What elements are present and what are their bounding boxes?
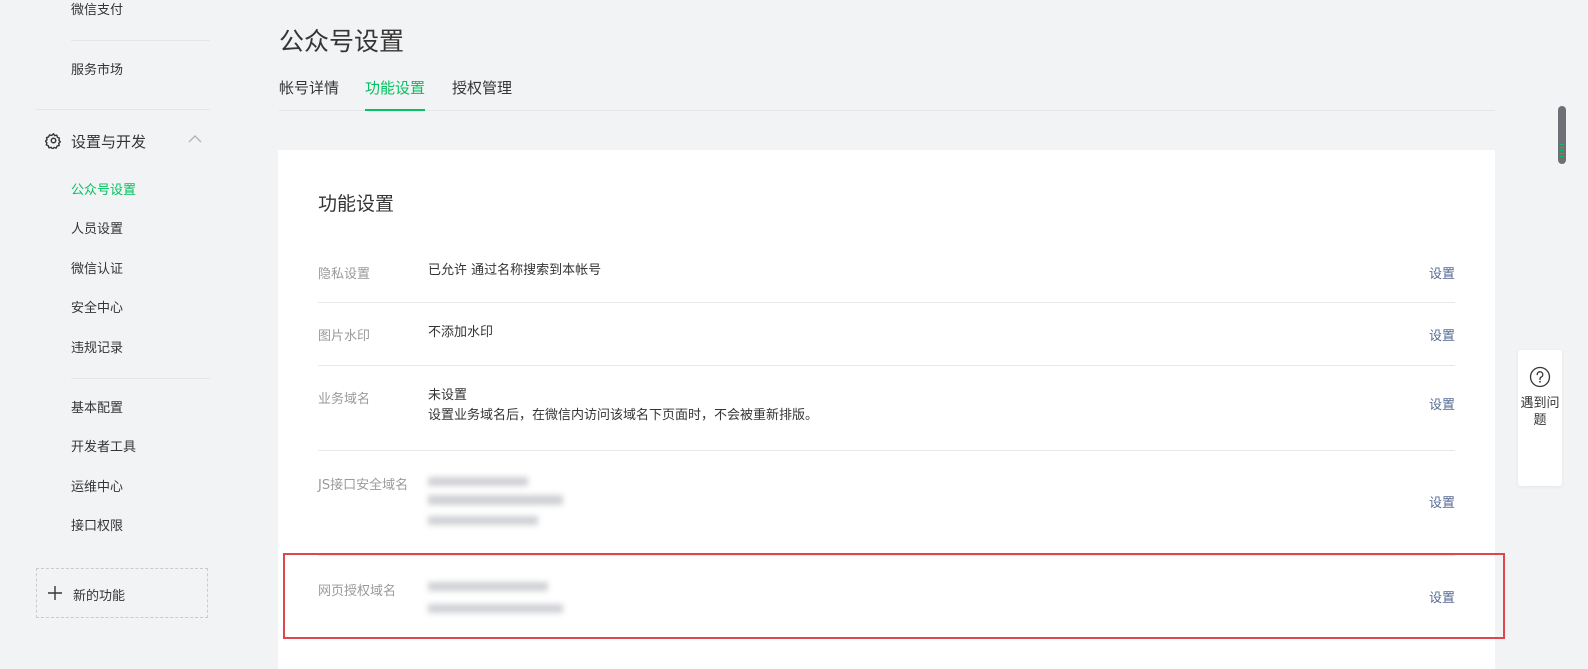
row-label: 图片水印 [318, 329, 371, 344]
chevron-up-icon [188, 135, 202, 143]
oauth-domain-settings-link[interactable]: 设置 [1429, 587, 1455, 606]
settings-row-oauth-domain: 网页授权域名 设置 [318, 556, 1455, 638]
row-value-line: 已允许 通过名称搜索到本帐号 [428, 263, 602, 278]
watermark-settings-link[interactable]: 设置 [1429, 325, 1455, 344]
row-label: 业务域名 [318, 392, 371, 407]
settings-row-privacy: 隐私设置 已允许 通过名称搜索到本帐号 设置 [318, 240, 1455, 303]
feature-settings-card: 功能设置 隐私设置 已允许 通过名称搜索到本帐号 设置 图片水印 不添加水印 设… [278, 150, 1495, 669]
new-feature-label: 新的功能 [73, 589, 126, 604]
new-feature-button[interactable]: 新的功能 [36, 568, 208, 618]
sidebar: 微信支付 服务市场 设置与开发 公众号设置 人员设置 微信认证 安全中心 违规记… [0, 0, 235, 669]
sidebar-item-api-permission[interactable]: 接口权限 [71, 518, 123, 536]
tab-feature-settings[interactable]: 功能设置 [365, 78, 426, 111]
help-button[interactable]: 遇到问题 [1518, 350, 1562, 486]
row-label: 网页授权域名 [318, 584, 397, 599]
page-title: 公众号设置 [279, 27, 405, 56]
sidebar-item-service-market[interactable]: 服务市场 [71, 62, 123, 80]
privacy-settings-link[interactable]: 设置 [1429, 263, 1455, 282]
row-value-line: 未设置 [428, 388, 468, 403]
tab-account-details[interactable]: 帐号详情 [279, 78, 339, 109]
row-label: 隐私设置 [318, 267, 371, 282]
tab-auth-management[interactable]: 授权管理 [452, 78, 512, 109]
sidebar-item-security-center[interactable]: 安全中心 [71, 300, 123, 318]
row-value: 不添加水印 [428, 323, 493, 343]
redacted-value [428, 579, 578, 619]
sidebar-item-dev-tools[interactable]: 开发者工具 [71, 439, 136, 457]
sidebar-item-wechat-pay[interactable]: 微信支付 [71, 2, 123, 20]
row-value-line: 不添加水印 [428, 325, 494, 340]
sidebar-divider [71, 40, 210, 41]
sidebar-group-settings-dev[interactable]: 设置与开发 [45, 130, 215, 152]
js-domain-settings-link[interactable]: 设置 [1429, 492, 1455, 511]
plus-icon [48, 586, 62, 600]
question-icon [1529, 366, 1551, 388]
gear-icon [45, 133, 62, 149]
sidebar-divider [71, 378, 210, 379]
row-value: 已允许 通过名称搜索到本帐号 [428, 261, 601, 281]
row-label: JS接口安全域名 [318, 478, 409, 493]
sidebar-divider [36, 109, 210, 110]
sidebar-item-member-settings[interactable]: 人员设置 [71, 221, 123, 239]
card-title: 功能设置 [318, 193, 395, 215]
tab-bar: 帐号详情 功能设置 授权管理 [279, 72, 1495, 111]
help-label: 遇到问题 [1520, 396, 1560, 428]
row-value-line: 设置业务域名后，在微信内访问该域名下页面时，不会被重新排版。 [428, 408, 819, 423]
row-value: 未设置 设置业务域名后，在微信内访问该域名下页面时，不会被重新排版。 [428, 386, 818, 426]
app-page: 微信支付 服务市场 设置与开发 公众号设置 人员设置 微信认证 安全中心 违规记… [0, 0, 1588, 669]
settings-row-watermark: 图片水印 不添加水印 设置 [318, 303, 1455, 366]
sidebar-group-label: 设置与开发 [71, 133, 147, 151]
sidebar-item-violation-record[interactable]: 违规记录 [71, 340, 123, 358]
redacted-value [428, 475, 578, 535]
sidebar-item-ops-center[interactable]: 运维中心 [71, 479, 123, 497]
business-domain-settings-link[interactable]: 设置 [1429, 394, 1455, 413]
sidebar-item-wechat-verify[interactable]: 微信认证 [71, 261, 123, 279]
sidebar-item-basic-config[interactable]: 基本配置 [71, 400, 123, 418]
scrollbar-track[interactable] [1564, 0, 1588, 669]
settings-row-business-domain: 业务域名 未设置 设置业务域名后，在微信内访问该域名下页面时，不会被重新排版。 … [318, 366, 1455, 451]
settings-row-js-api-domain: JS接口安全域名 设置 [318, 451, 1455, 556]
scrollbar-thumb[interactable] [1558, 106, 1566, 164]
sidebar-item-account-settings[interactable]: 公众号设置 [71, 182, 136, 200]
